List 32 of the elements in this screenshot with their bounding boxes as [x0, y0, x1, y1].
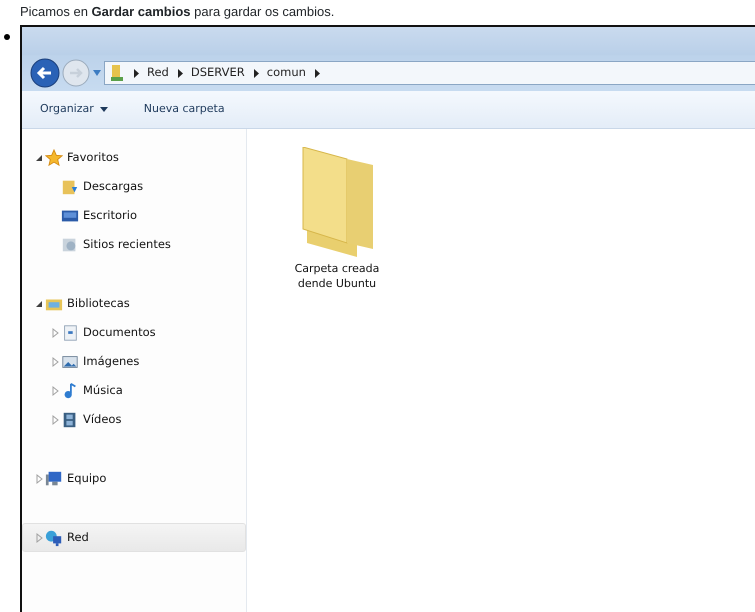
- nav-tree-item[interactable]: Descargas: [22, 172, 246, 201]
- nav-tree-item[interactable]: Imágenes: [22, 347, 246, 376]
- nav-tree-item[interactable]: Favoritos: [22, 143, 246, 172]
- breadcrumb-arrow-icon: [314, 68, 320, 78]
- nav-tree-item[interactable]: Vídeos: [22, 405, 246, 434]
- breadcrumb-arrow-icon: [133, 68, 139, 78]
- caption-text: Picamos en Gardar cambios para gardar os cambios.: [19, 4, 334, 19]
- nav-tree-item[interactable]: Música: [22, 376, 246, 405]
- download-folder-icon: [61, 178, 79, 196]
- nav-tree-item[interactable]: Red: [22, 523, 246, 552]
- organize-menu-button[interactable]: Organizar: [36, 99, 112, 120]
- network-globe-icon: [45, 528, 63, 546]
- breadcrumb-segment[interactable]: comun: [266, 64, 306, 82]
- nav-tree-item[interactable]: Sitios recientes: [22, 230, 246, 259]
- back-button[interactable]: [30, 58, 60, 88]
- breadcrumb-arrow-icon: [176, 68, 183, 78]
- new-folder-button[interactable]: Nueva carpeta: [140, 99, 229, 120]
- nav-tree-item[interactable]: Equipo: [22, 464, 246, 493]
- nav-tree-item[interactable]: Documentos: [22, 318, 246, 347]
- nav-tree-item[interactable]: Escritorio: [22, 201, 246, 230]
- address-bar[interactable]: Red DSERVER comun: [104, 61, 755, 85]
- document-icon: [61, 324, 79, 342]
- folder-label[interactable]: Carpeta creada dende Ubuntu: [282, 261, 392, 291]
- breadcrumb-arrow-icon: [252, 68, 259, 78]
- breadcrumb-segment[interactable]: Red: [147, 64, 169, 82]
- network-location-icon: [109, 64, 125, 82]
- bullet-icon: [4, 34, 10, 40]
- nav-tree-item[interactable]: Bibliotecas: [22, 289, 246, 318]
- history-dropdown-icon[interactable]: [92, 69, 102, 77]
- star-icon: [45, 148, 63, 166]
- breadcrumb-segment[interactable]: DSERVER: [190, 64, 245, 82]
- computer-icon: [45, 470, 63, 488]
